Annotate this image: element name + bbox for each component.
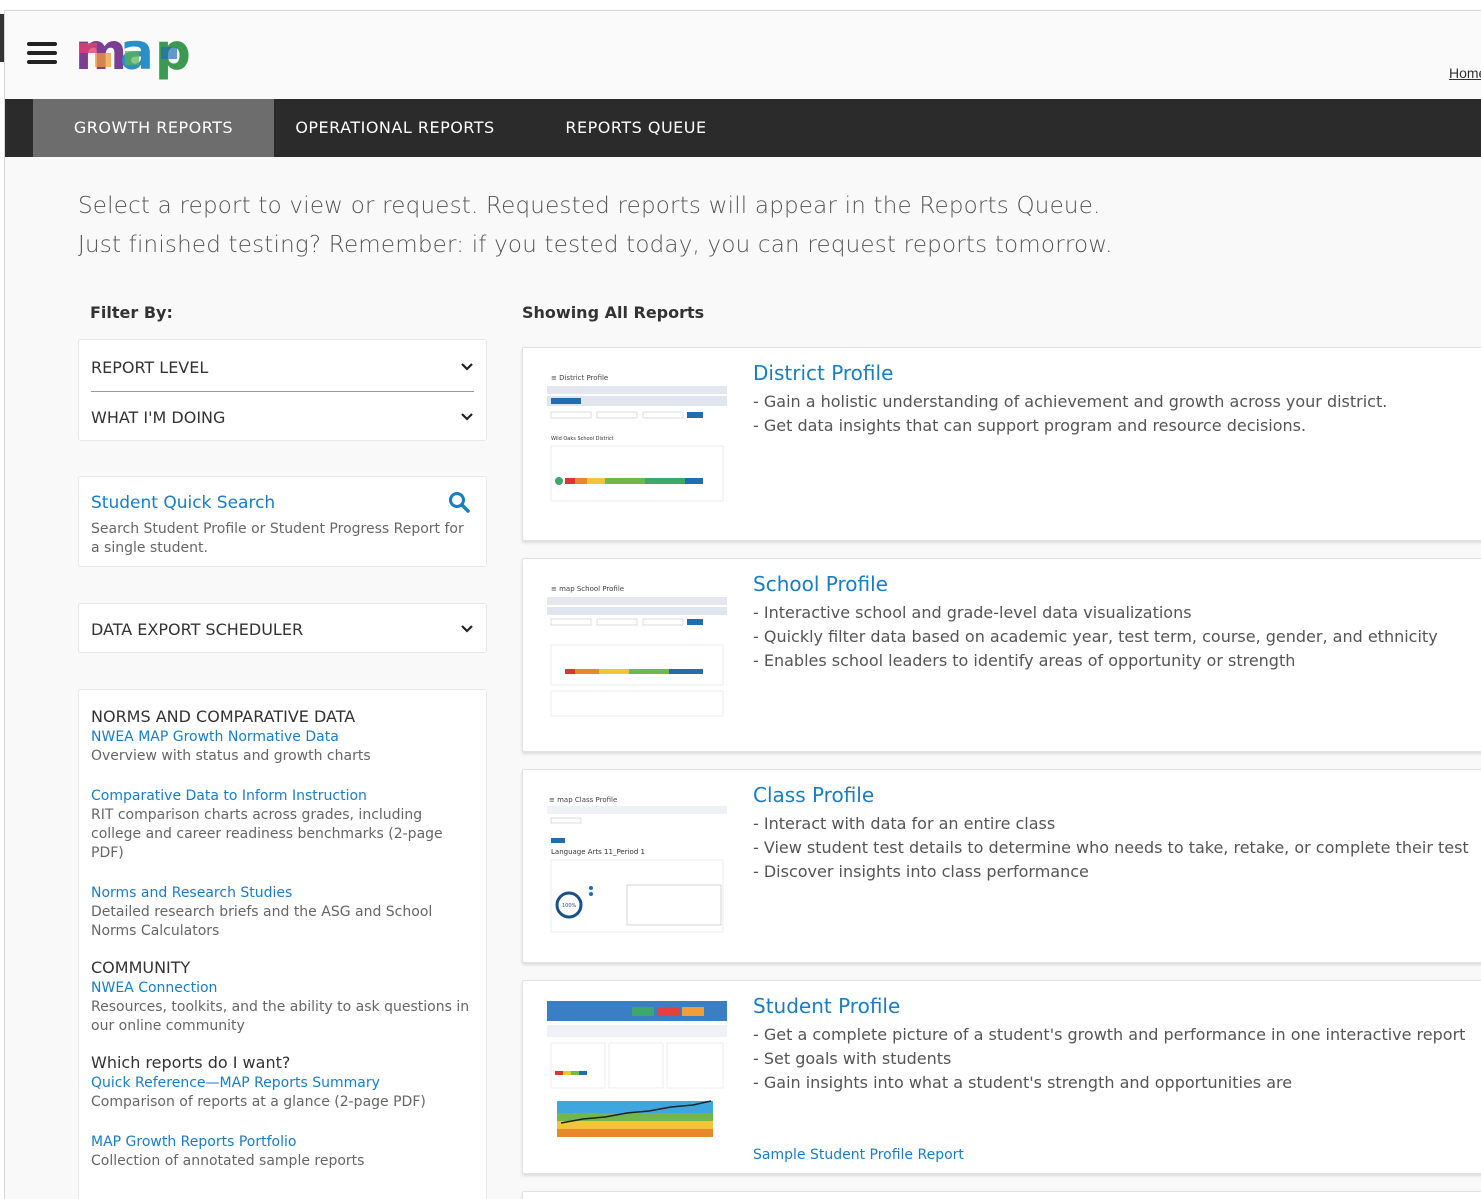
sample-student-profile-link[interactable]: Sample Student Profile Report: [753, 1147, 964, 1163]
intro-line-1: Select a report to view or request. Requ…: [78, 193, 1101, 219]
norms-link[interactable]: NWEA MAP Growth Normative Data: [91, 728, 474, 747]
class-profile-bullets: - Interact with data for an entire class…: [753, 812, 1469, 884]
reports-portfolio-link[interactable]: MAP Growth Reports Portfolio: [91, 1133, 474, 1152]
tab-reports-queue[interactable]: REPORTS QUEUE: [546, 99, 726, 157]
nwea-connection-link[interactable]: NWEA Connection: [91, 979, 474, 998]
search-icon[interactable]: [448, 491, 470, 513]
norms-research-desc: Detailed research briefs and the ASG and…: [91, 904, 433, 939]
class-profile-title[interactable]: Class Profile: [753, 783, 874, 807]
bullet-text: - Get data insights that can support pro…: [753, 416, 1307, 435]
which-reports-heading: Which reports do I want?: [91, 1053, 291, 1072]
tab-growth-reports[interactable]: GROWTH REPORTS: [33, 99, 274, 157]
district-profile-bullets: - Gain a holistic understanding of achie…: [753, 390, 1387, 438]
community-heading: COMMUNITY: [91, 958, 191, 977]
comparative-data-desc: RIT comparison charts across grades, inc…: [91, 807, 443, 861]
student-profile-thumbnail: [547, 1001, 727, 1146]
chevron-down-icon: [461, 413, 473, 421]
bullet-text: - View student test details to determine…: [753, 838, 1469, 857]
report-card-school-profile[interactable]: ≡ map School Profile School Profile - In…: [522, 558, 1481, 752]
filter-panel: REPORT LEVEL WHAT I'M DOING: [78, 339, 487, 441]
menu-icon[interactable]: [27, 42, 57, 64]
bullet-text: - Interactive school and grade-level dat…: [753, 603, 1192, 622]
norms-desc: Overview with status and growth charts: [91, 748, 371, 764]
bullet-text: - Enables school leaders to identify are…: [753, 651, 1296, 670]
intro-line-2: Just finished testing? Remember: if you …: [78, 232, 1113, 258]
report-level-dropdown[interactable]: REPORT LEVEL: [91, 342, 474, 392]
svg-text:≡ District Profile: ≡ District Profile: [551, 374, 608, 382]
data-export-scheduler-dropdown[interactable]: DATA EXPORT SCHEDULER: [91, 604, 474, 654]
svg-text:Language Arts 11_Period 1: Language Arts 11_Period 1: [551, 848, 645, 856]
resources-panel: NORMS AND COMPARATIVE DATA NWEA MAP Grow…: [78, 689, 487, 1199]
bullet-text: - Set goals with students: [753, 1049, 952, 1068]
quick-reference-desc: Comparison of reports at a glance (2-pag…: [91, 1094, 426, 1110]
home-link[interactable]: Home: [1449, 65, 1481, 81]
report-card-next[interactable]: [522, 1191, 1481, 1199]
nwea-connection-desc: Resources, toolkits, and the ability to …: [91, 999, 470, 1034]
report-card-student-profile[interactable]: Student Profile - Get a complete picture…: [522, 980, 1481, 1174]
report-nav: GROWTH REPORTS OPERATIONAL REPORTS REPOR…: [5, 99, 1481, 157]
student-profile-title[interactable]: Student Profile: [753, 994, 900, 1018]
tab-operational-reports[interactable]: OPERATIONAL REPORTS: [274, 99, 516, 157]
reports-portfolio-desc: Collection of annotated sample reports: [91, 1153, 365, 1169]
data-export-scheduler-panel: DATA EXPORT SCHEDULER: [78, 603, 487, 653]
bullet-text: - Get a complete picture of a student's …: [753, 1025, 1466, 1044]
student-profile-bullets: - Get a complete picture of a student's …: [753, 1023, 1465, 1095]
student-quick-search-desc: Search Student Profile or Student Progre…: [91, 521, 464, 556]
data-export-scheduler-label: DATA EXPORT SCHEDULER: [91, 619, 304, 639]
top-bar: m a p Home: [5, 11, 1481, 99]
school-profile-bullets: - Interactive school and grade-level dat…: [753, 601, 1438, 673]
filter-title: Filter By:: [90, 303, 173, 322]
intro-text: Select a report to view or request. Requ…: [78, 187, 1113, 265]
chevron-down-icon: [461, 625, 473, 633]
norms-heading: NORMS AND COMPARATIVE DATA: [91, 707, 356, 726]
norms-research-link[interactable]: Norms and Research Studies: [91, 884, 474, 903]
map-logo[interactable]: m a p: [75, 29, 205, 89]
app-frame: m a p Home GROWTH REPORTS OPERATIONAL RE…: [4, 10, 1481, 1199]
bullet-text: - Gain a holistic understanding of achie…: [753, 392, 1388, 411]
report-card-class-profile[interactable]: ≡ map Class Profile Language Arts 11_Per…: [522, 769, 1481, 963]
bullet-text: - Discover insights into class performan…: [753, 862, 1089, 881]
chevron-down-icon: [461, 363, 473, 371]
quick-reference-link[interactable]: Quick Reference—MAP Reports Summary: [91, 1074, 474, 1093]
bullet-text: - Quickly filter data based on academic …: [753, 627, 1438, 646]
school-profile-thumbnail: ≡ map School Profile: [547, 579, 727, 724]
showing-title: Showing All Reports: [522, 303, 705, 322]
bullet-text: - Gain insights into what a student's st…: [753, 1073, 1293, 1092]
svg-text:100%: 100%: [562, 903, 577, 909]
report-level-label: REPORT LEVEL: [91, 357, 209, 377]
svg-text:≡ map School Profile: ≡ map School Profile: [551, 585, 624, 593]
what-doing-dropdown[interactable]: WHAT I'M DOING: [91, 392, 474, 442]
svg-text:≡ map Class Profile: ≡ map Class Profile: [549, 796, 617, 804]
student-quick-search-panel: Student Quick Search Search Student Prof…: [78, 476, 487, 567]
student-quick-search-link[interactable]: Student Quick Search: [91, 493, 275, 513]
comparative-data-link[interactable]: Comparative Data to Inform Instruction: [91, 787, 474, 806]
bullet-text: - Interact with data for an entire class: [753, 814, 1056, 833]
class-profile-thumbnail: ≡ map Class Profile Language Arts 11_Per…: [547, 790, 727, 935]
report-card-district-profile[interactable]: ≡ District Profile Wild Oaks School Dist…: [522, 347, 1481, 541]
school-profile-title[interactable]: School Profile: [753, 572, 888, 596]
what-doing-label: WHAT I'M DOING: [91, 407, 226, 427]
district-profile-title[interactable]: District Profile: [753, 361, 893, 385]
district-profile-thumbnail: ≡ District Profile Wild Oaks School Dist…: [547, 368, 727, 513]
svg-text:Wild Oaks School District: Wild Oaks School District: [551, 436, 614, 442]
